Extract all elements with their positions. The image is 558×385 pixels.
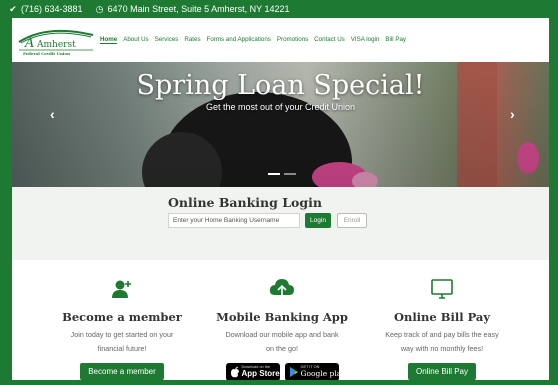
google-play-label: Google play	[300, 369, 339, 378]
app-store-badges: Download on the App Store GET IT ON Goog…	[192, 363, 372, 380]
feature-desc-line: Join today to get started on your	[70, 330, 174, 339]
login-button[interactable]: Login	[305, 213, 331, 228]
login-title: Online Banking Login	[168, 195, 322, 210]
contact-phone[interactable]: (716) 634-3881	[21, 4, 83, 14]
page-frame: A Amherst Federal Credit Union Home Abou…	[12, 18, 549, 380]
chevron-right-icon[interactable]: ›	[510, 107, 515, 121]
phone-icon: ✔	[9, 4, 17, 14]
feature-online-bill-pay: Online Bill Pay Keep track of and pay bi…	[352, 260, 532, 380]
feature-description: Join today to get started on your financi…	[32, 328, 212, 356]
feature-title: Become a member	[62, 310, 182, 324]
nav-menu: Home About Us Services Rates Forms and A…	[100, 36, 406, 44]
online-bill-pay-button[interactable]: Online Bill Pay	[407, 363, 477, 380]
feature-become-member: Become a member Join today to get starte…	[32, 260, 212, 380]
become-member-button[interactable]: Become a member	[80, 363, 164, 380]
feature-description: Download our mobile app and bank on the g…	[192, 328, 372, 356]
nav-visa-login[interactable]: VISA login	[351, 36, 380, 44]
enroll-button[interactable]: Enroll	[337, 213, 367, 228]
apple-icon	[230, 366, 239, 378]
brand-initial: A	[24, 36, 34, 51]
chevron-left-icon[interactable]: ‹	[50, 107, 55, 121]
nav-about-us[interactable]: About Us	[123, 36, 148, 44]
nav-bill-pay[interactable]: Bill Pay	[385, 36, 406, 44]
brand-subtitle-text: Federal Credit Union	[23, 51, 70, 56]
hero-carousel: Spring Loan Special! Get the most out of…	[12, 62, 549, 187]
username-input[interactable]	[168, 213, 300, 228]
monitor-icon	[352, 278, 532, 300]
hero-subtitle: Get the most out of your Credit Union	[205, 102, 356, 112]
feature-desc-line: financial future!	[97, 344, 147, 353]
google-play-icon	[289, 367, 298, 377]
feature-title: Mobile Banking App	[216, 310, 348, 324]
online-banking-login: Online Banking Login Login Enroll	[12, 187, 549, 260]
carousel-indicator-2[interactable]	[284, 173, 296, 175]
feature-desc-line: Download our mobile app and bank	[225, 330, 339, 339]
feature-title: Online Bill Pay	[393, 310, 491, 324]
main-navbar: A Amherst Federal Credit Union Home Abou…	[12, 18, 549, 62]
feature-description: Keep track of and pay bills the easy way …	[352, 328, 532, 356]
feature-desc-line: Keep track of and pay bills the easy	[385, 330, 499, 339]
brand-logo[interactable]: A Amherst Federal Credit Union	[17, 26, 95, 56]
nav-contact-us[interactable]: Contact Us	[314, 36, 345, 44]
google-play-badge[interactable]: GET IT ON Google play	[284, 363, 339, 380]
nav-rates[interactable]: Rates	[184, 36, 200, 44]
features-section: Become a member Join today to get starte…	[12, 260, 549, 380]
nav-forms-applications[interactable]: Forms and Applications	[207, 36, 271, 44]
add-user-icon	[32, 278, 212, 300]
brand-name-text: Amherst	[36, 40, 76, 50]
hero-title: Spring Loan Special!	[136, 70, 425, 101]
nav-services[interactable]: Services	[155, 36, 179, 44]
feature-desc-line: way with no monthly fees!	[400, 344, 484, 353]
feature-desc-line: on the go!	[266, 344, 298, 353]
nav-promotions[interactable]: Promotions	[277, 36, 308, 44]
contact-bar: ✔ (716) 634-3881 ◷ 6470 Main Street, Suite …	[0, 0, 558, 18]
nav-home[interactable]: Home	[100, 36, 118, 44]
feature-mobile-app: Mobile Banking App Download our mobile a…	[192, 260, 372, 380]
app-store-label: App Store	[241, 369, 280, 378]
amherst-logo-icon: A Amherst Federal Credit Union	[18, 29, 94, 56]
contact-address: 6470 Main Street, Suite 5 Amherst, NY 14…	[107, 4, 290, 14]
carousel-indicators	[268, 173, 296, 175]
app-store-badge[interactable]: Download on the App Store	[225, 363, 280, 380]
carousel-indicator-1[interactable]	[268, 173, 280, 175]
cloud-upload-icon	[192, 278, 372, 300]
clock-icon: ◷	[95, 4, 104, 14]
